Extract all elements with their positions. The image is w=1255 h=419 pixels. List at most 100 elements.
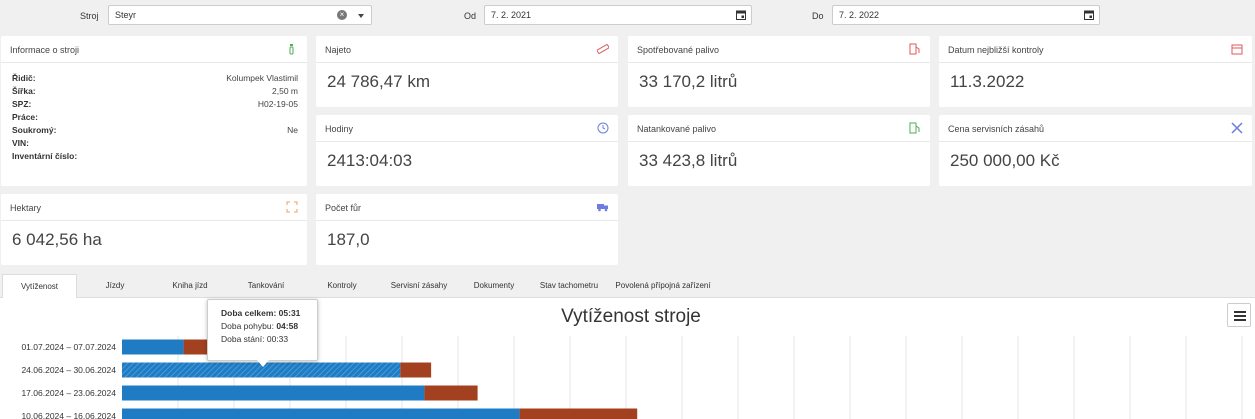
card-value: 11.3.2022 <box>950 72 1025 91</box>
info-key: Práce: <box>12 112 38 122</box>
fuel-icon <box>909 122 920 134</box>
info-row: VIN: <box>12 137 298 150</box>
fury-card: Počet fůr 187,0 <box>316 194 618 265</box>
tab-bar: Vytíženost Jízdy Kniha jízd Tankování Ko… <box>0 274 1255 298</box>
tooltip-standing: Doba stání: 00:33 <box>221 334 289 344</box>
najeto-card: Najeto 24 786,47 km <box>316 36 618 107</box>
calendar-icon <box>1231 44 1243 55</box>
bar-standing <box>519 408 638 419</box>
card-value: 6 042,56 ha <box>12 230 102 249</box>
info-icon <box>289 44 294 55</box>
bar-standing <box>424 385 478 401</box>
card-value: 33 170,2 litrů <box>639 72 738 91</box>
spotreba-card: Spotřebované palivo 33 170,2 litrů <box>628 36 930 107</box>
chart-menu-button[interactable] <box>1227 303 1251 327</box>
card-title: Cena servisních zásahů <box>948 124 1045 134</box>
info-row: Soukromý: Ne <box>12 124 298 137</box>
from-label: Od <box>464 11 477 21</box>
info-value: 2,50 m <box>272 86 298 96</box>
card-header: Natankované palivo <box>628 115 930 142</box>
category-label: 17.06.2024 – 23.06.2024 <box>21 388 116 398</box>
bar-movement <box>122 408 520 419</box>
calendar-icon[interactable] <box>736 10 746 20</box>
info-row: Inventární číslo: <box>12 150 298 163</box>
kontrola-card: Datum nejbližší kontroly 11.3.2022 <box>939 36 1252 107</box>
card-header: Hodiny <box>316 115 618 142</box>
tab-tankovani[interactable]: Tankování <box>236 274 296 298</box>
info-key: Řidič: <box>12 73 36 83</box>
to-label: Do <box>812 11 824 21</box>
ruler-icon <box>597 44 609 54</box>
info-value: Kolumpek Vlastimil <box>226 73 298 83</box>
info-value: Ne <box>287 125 298 135</box>
tab-dokumenty[interactable]: Dokumenty <box>466 274 522 298</box>
tab-servisni-zasahy[interactable]: Servisní zásahy <box>384 274 454 298</box>
machine-select[interactable]: Steyr × <box>108 5 372 25</box>
tab-povolena-zarizeni[interactable]: Povolená přípojná zařízení <box>608 274 718 298</box>
card-value: 2413:04:03 <box>327 151 413 170</box>
info-key: Inventární číslo: <box>12 151 78 161</box>
menu-icon <box>1234 319 1246 321</box>
from-date-field[interactable]: 7. 2. 2021 <box>484 5 752 25</box>
hektary-card: Hektary 6 042,56 ha <box>1 194 307 265</box>
card-title: Hektary <box>10 203 42 213</box>
bar-movement <box>122 339 184 355</box>
card-value: 250 000,00 Kč <box>950 151 1060 170</box>
tab-kontroly[interactable]: Kontroly <box>314 274 370 298</box>
chevron-down-icon[interactable] <box>358 14 364 18</box>
info-key: Šířka: <box>12 86 36 96</box>
category-label: 24.06.2024 – 30.06.2024 <box>21 365 116 375</box>
info-list: Řidič: Kolumpek Vlastimil Šířka: 2,50 m SPZ:… <box>1 63 307 163</box>
info-row: SPZ: H02-19-05 <box>12 98 298 111</box>
tab-jizdy[interactable]: Jízdy <box>90 274 140 298</box>
machine-label: Stroj <box>80 11 99 21</box>
clock-icon <box>597 122 609 134</box>
card-header: Hektary <box>1 194 307 221</box>
chart-tooltip: Doba celkem: 05:31 Doba pohybu: 04:58 Do… <box>207 299 318 361</box>
utilization-chart: Vytíženost stroje 01.07.2024 – 07.07.2024… <box>21 306 1243 419</box>
to-date-field[interactable]: 7. 2. 2022 <box>832 5 1100 25</box>
card-title: Informace o stroji <box>10 45 80 55</box>
fuel-icon <box>909 43 920 55</box>
card-header: Datum nejbližší kontroly <box>939 36 1252 63</box>
card-value: 187,0 <box>327 230 370 249</box>
card-title: Hodiny <box>325 124 354 134</box>
card-title: Natankované palivo <box>637 124 717 134</box>
truck-icon <box>597 204 608 212</box>
hodiny-card: Hodiny 2413:04:03 <box>316 115 618 186</box>
card-header: Cena servisních zásahů <box>939 115 1252 142</box>
tooltip-movement: Doba pohybu: 04:58 <box>221 321 299 331</box>
tools-icon <box>1231 122 1243 134</box>
card-title: Spotřebované palivo <box>637 45 720 55</box>
area-icon <box>286 201 298 213</box>
info-value: H02-19-05 <box>257 99 298 109</box>
clear-icon[interactable]: × <box>337 10 347 20</box>
calendar-icon[interactable] <box>1084 10 1094 20</box>
card-value: 24 786,47 km <box>327 72 431 91</box>
info-row: Řidič: Kolumpek Vlastimil <box>12 72 298 85</box>
bar-standing <box>400 362 432 378</box>
tab-stav-tachometru[interactable]: Stav tachometru <box>534 274 604 298</box>
card-header: Počet fůr <box>316 194 618 221</box>
chart-panel: Vytíženost stroje 01.07.2024 – 07.07.2024… <box>0 298 1255 419</box>
machine-select-value: Steyr <box>115 10 137 20</box>
card-title: Datum nejbližší kontroly <box>948 45 1044 55</box>
card-value: 33 423,8 litrů <box>639 151 738 170</box>
info-key: Soukromý: <box>12 125 57 135</box>
category-label: 10.06.2024 – 16.06.2024 <box>21 411 116 419</box>
natankovane-card: Natankované palivo 33 423,8 litrů <box>628 115 930 186</box>
tab-vytizenost[interactable]: Vytíženost <box>2 274 77 298</box>
info-key: SPZ: <box>12 99 32 109</box>
tab-kniha-jizd[interactable]: Kniha jízd <box>158 274 222 298</box>
info-row: Práce: <box>12 111 298 124</box>
card-header: Informace o stroji <box>1 36 307 63</box>
machine-info-card: Informace o stroji Řidič: Kolumpek Vlasti… <box>1 36 307 186</box>
servis-card: Cena servisních zásahů 250 000,00 Kč <box>939 115 1252 186</box>
menu-icon <box>1234 311 1246 313</box>
info-row: Šířka: 2,50 m <box>12 85 298 98</box>
tooltip-arrow <box>257 360 269 367</box>
card-header: Najeto <box>316 36 618 63</box>
card-header: Spotřebované palivo <box>628 36 930 63</box>
info-key: VIN: <box>12 138 29 148</box>
menu-icon <box>1234 315 1246 317</box>
